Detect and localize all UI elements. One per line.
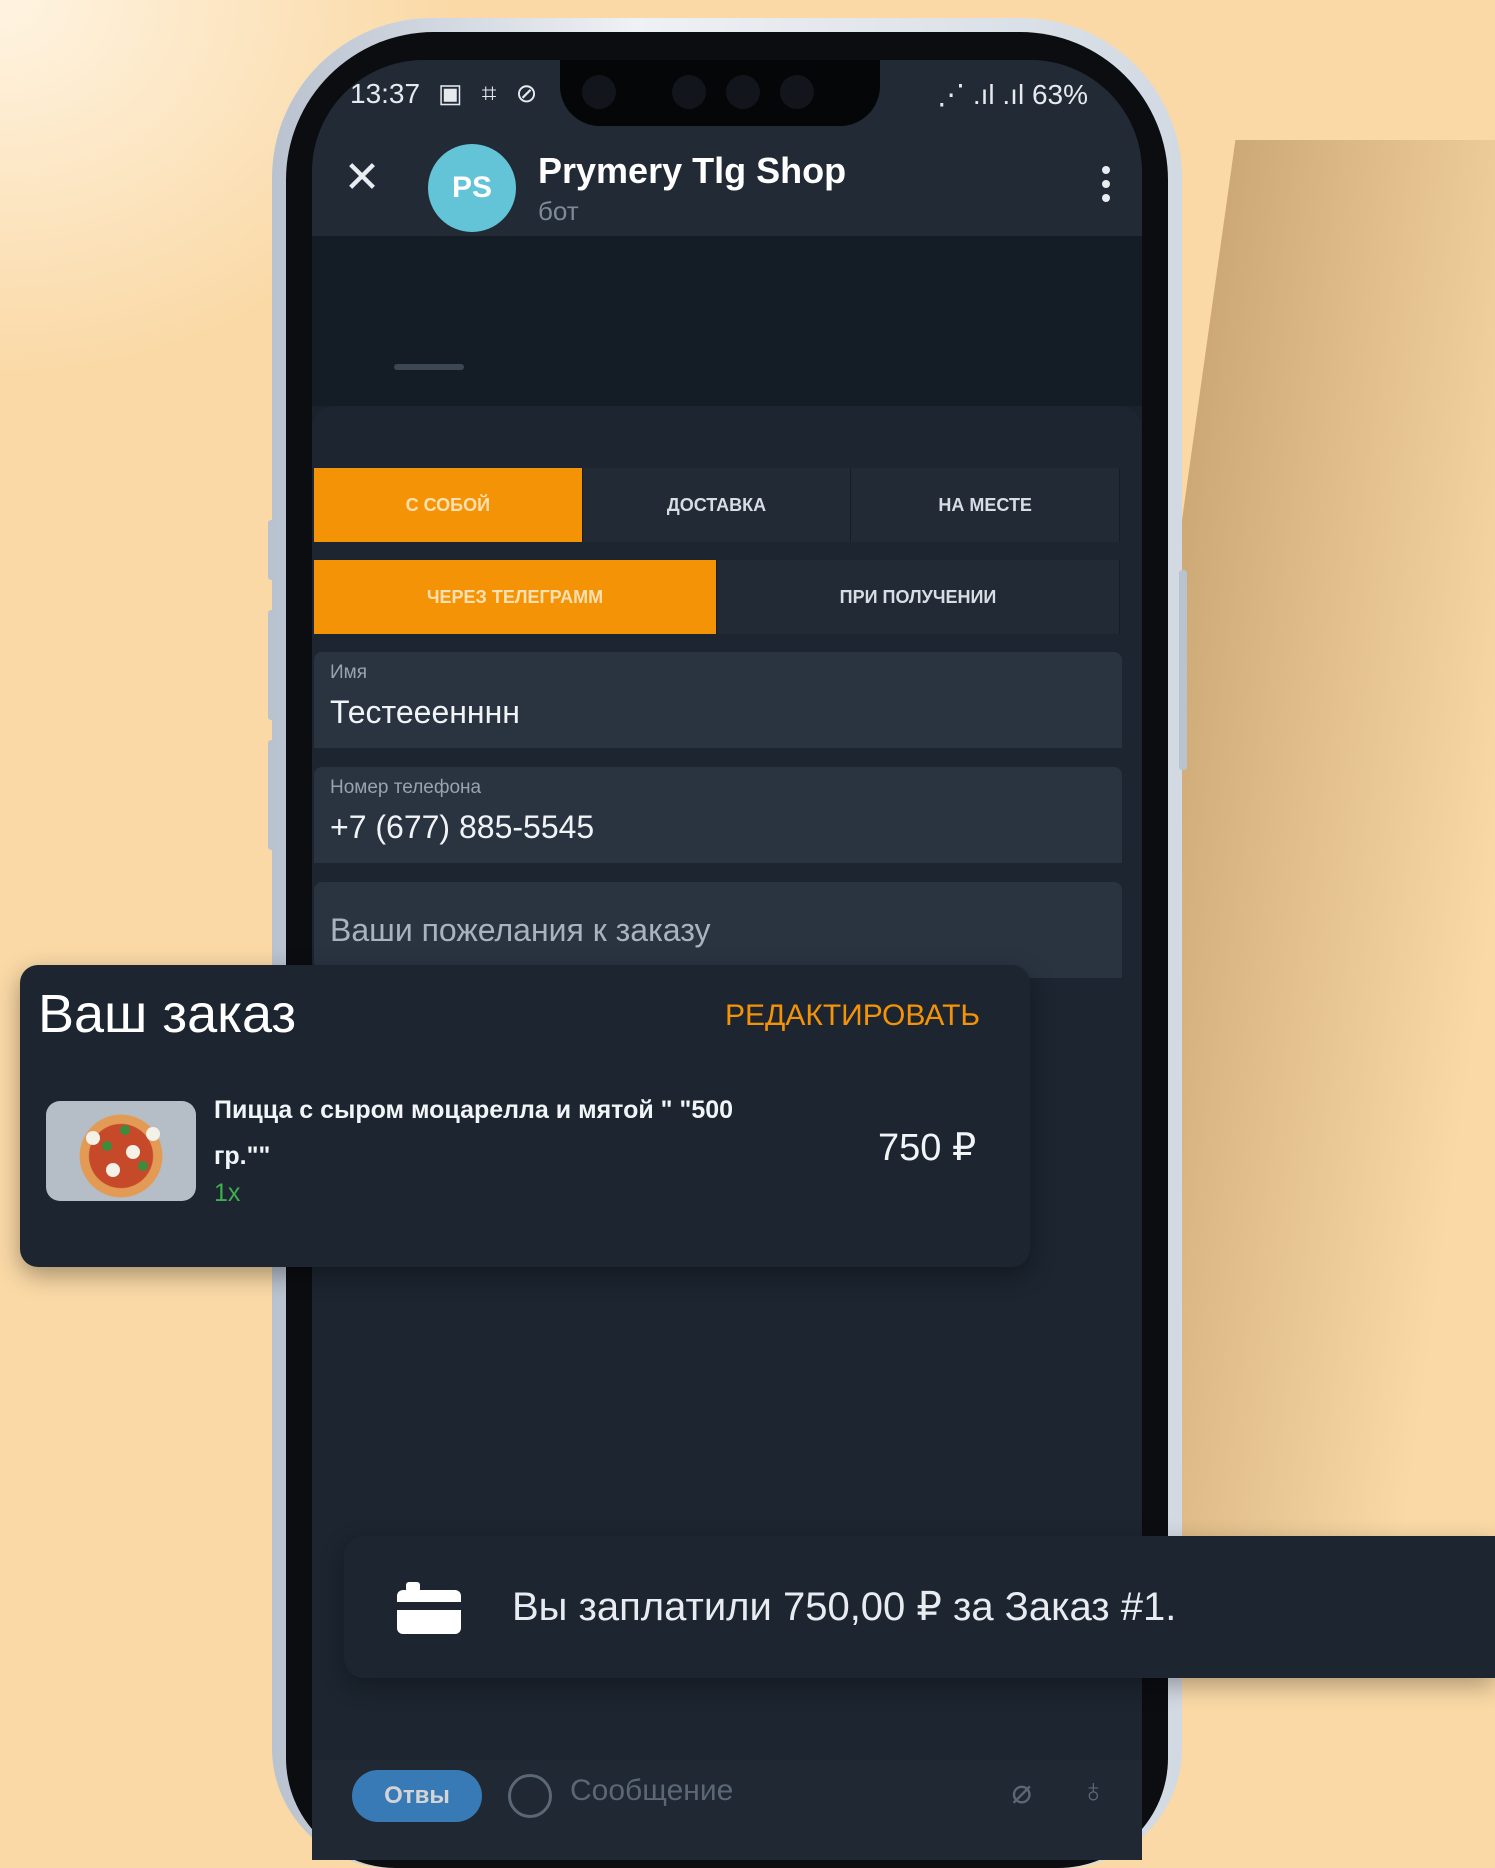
keyboard-toggle-button[interactable]: Отвы <box>352 1770 482 1822</box>
avatar[interactable]: PS <box>428 144 516 232</box>
status-notification-icons: ▣ ⌗ ⊘ <box>438 78 544 108</box>
wallet-icon <box>397 1582 461 1634</box>
order-type-tabs: С собой Доставка На месте <box>314 468 1121 542</box>
name-field[interactable]: Имя Тестееенннн <box>314 652 1122 748</box>
pizza-image <box>46 1101 196 1201</box>
phone-volume-up <box>268 610 276 720</box>
chat-background <box>312 236 1142 406</box>
sheet-drag-handle[interactable] <box>394 364 464 370</box>
order-summary-card: Ваш заказ РЕДАКТИРОВАТЬ Пицца с сыром мо… <box>20 965 1030 1267</box>
order-item-name: Пицца с сыром моцарелла и мятой " "500 г… <box>214 1096 734 1170</box>
order-item-quantity: 1x <box>214 1179 241 1207</box>
sensor-icon <box>672 75 706 109</box>
order-item-price: 750 ₽ <box>878 1127 977 1169</box>
status-signal-battery: ⋰ .ıl .ıl 63% <box>937 79 1088 110</box>
name-field-label: Имя <box>330 662 368 683</box>
payment-notice: Вы заплатили 750,00 ₽ за Заказ #1. <box>344 1536 1495 1678</box>
chat-header: ✕ PS Prymery Tlg Shop бот <box>312 140 1142 236</box>
comment-field[interactable]: Ваши пожелания к заказу <box>314 882 1122 978</box>
dynamic-island <box>560 60 880 126</box>
phone-power-button <box>1179 570 1187 770</box>
payment-method-tabs: Через Телеграмм При получении <box>314 560 1120 634</box>
sensor-icon <box>726 75 760 109</box>
chat-subtitle: бот <box>538 196 579 226</box>
more-menu-icon[interactable] <box>1100 166 1112 210</box>
order-title: Ваш заказ <box>38 984 297 1044</box>
phone-volume-down <box>268 740 276 850</box>
tab-takeaway[interactable]: С собой <box>314 468 583 542</box>
microphone-icon[interactable]: ♁ <box>1081 1772 1107 1811</box>
phone-field-value[interactable]: +7 (677) 885-5545 <box>330 809 594 846</box>
tab-pay-on-receipt[interactable]: При получении <box>717 560 1120 634</box>
close-icon[interactable]: ✕ <box>334 150 390 206</box>
phone-side-button <box>268 520 276 580</box>
message-input[interactable]: Сообщение <box>570 1774 733 1808</box>
phone-field[interactable]: Номер телефона +7 (677) 885-5545 <box>314 767 1122 863</box>
emoji-icon[interactable] <box>508 1774 552 1818</box>
payment-notice-text: Вы заплатили 750,00 ₽ за Заказ #1. <box>512 1585 1177 1629</box>
tab-pay-telegram[interactable]: Через Телеграмм <box>314 560 717 634</box>
tab-dine-in[interactable]: На месте <box>851 468 1121 542</box>
edit-order-button[interactable]: РЕДАКТИРОВАТЬ <box>725 999 980 1033</box>
sensor-icon <box>780 75 814 109</box>
tab-delivery[interactable]: Доставка <box>582 468 852 542</box>
chat-title: Prymery Tlg Shop <box>538 150 847 191</box>
attach-icon[interactable]: ⌀ <box>1012 1772 1032 1812</box>
message-composer: Отвы Сообщение ⌀ ♁ <box>312 1760 1142 1860</box>
status-bar: 13:37 ▣ ⌗ ⊘ ⋰ .ıl .ıl 63% <box>312 60 1142 140</box>
name-field-value[interactable]: Тестееенннн <box>330 694 520 731</box>
status-time: 13:37 <box>350 78 421 109</box>
phone-field-label: Номер телефона <box>330 777 482 798</box>
front-camera-icon <box>582 75 616 109</box>
comment-field-placeholder[interactable]: Ваши пожелания к заказу <box>330 912 711 949</box>
